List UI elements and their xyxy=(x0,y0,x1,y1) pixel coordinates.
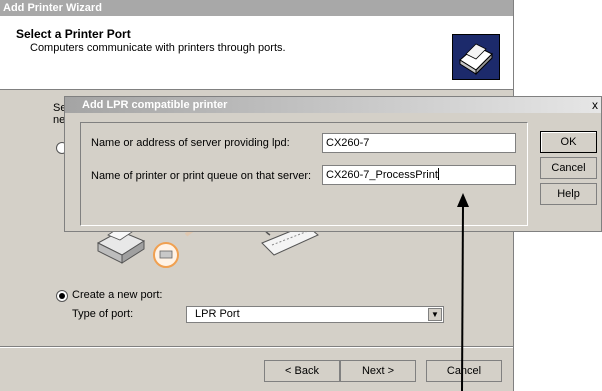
printer-icon xyxy=(452,34,500,80)
add-lpr-printer-dialog: Add LPR compatible printer x Name or add… xyxy=(64,96,602,232)
radio-selected-dot xyxy=(59,293,65,299)
next-button[interactable]: Next > xyxy=(340,360,416,382)
help-button[interactable]: Help xyxy=(540,183,597,205)
page-subtitle: Computers communicate with printers thro… xyxy=(30,42,286,54)
close-icon[interactable]: x xyxy=(589,97,601,113)
queue-label: Name of printer or print queue on that s… xyxy=(91,170,312,182)
page-title: Select a Printer Port xyxy=(16,27,131,41)
create-new-port-label: Create a new port: xyxy=(72,289,163,301)
queue-input[interactable]: CX260-7_ProcessPrint xyxy=(322,165,516,185)
lpr-dialog-titlebar[interactable]: Add LPR compatible printer xyxy=(65,97,601,113)
queue-input-value: CX260-7_ProcessPrint xyxy=(326,169,438,181)
port-type-select[interactable]: LPR Port ▼ xyxy=(186,306,444,323)
server-label: Name or address of server providing lpd: xyxy=(91,137,290,149)
text-caret xyxy=(437,168,439,180)
server-input-value: CX260-7 xyxy=(326,137,370,149)
wizard-titlebar[interactable]: Add Printer Wizard xyxy=(0,0,514,16)
wizard-cancel-button[interactable]: Cancel xyxy=(426,360,502,382)
footer-divider xyxy=(0,346,514,348)
lpr-cancel-button[interactable]: Cancel xyxy=(540,157,597,179)
back-button[interactable]: < Back xyxy=(264,360,340,382)
port-type-label: Type of port: xyxy=(72,308,134,320)
ok-button[interactable]: OK xyxy=(540,131,597,153)
server-input[interactable]: CX260-7 xyxy=(322,133,516,153)
port-type-value: LPR Port xyxy=(195,308,240,320)
dropdown-arrow-icon[interactable]: ▼ xyxy=(428,308,442,321)
